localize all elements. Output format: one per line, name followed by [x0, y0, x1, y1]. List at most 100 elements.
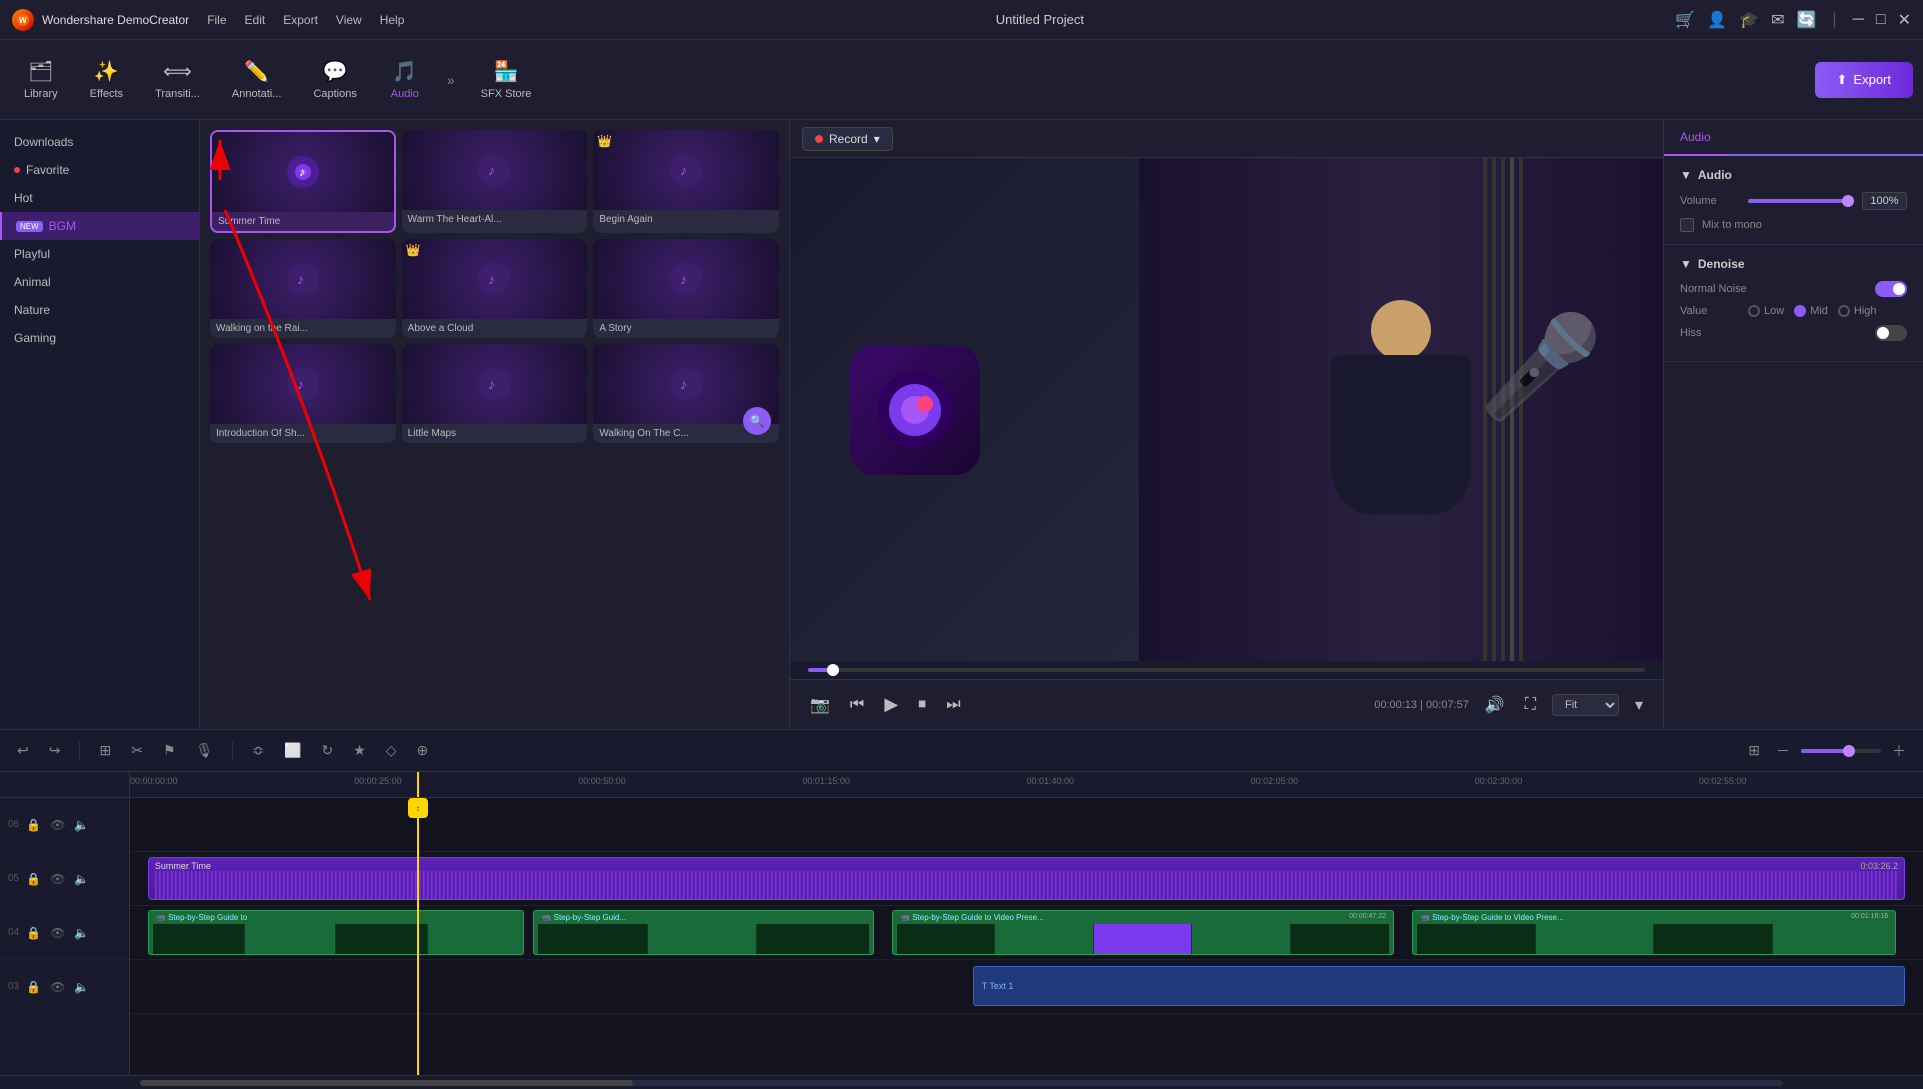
search-button[interactable]: 🔍	[743, 407, 771, 435]
track-lock-04[interactable]: 🔒	[24, 924, 43, 942]
menu-edit[interactable]: Edit	[245, 13, 266, 27]
sidebar-item-downloads[interactable]: Downloads	[0, 128, 199, 156]
denoise-section-header[interactable]: ▼ Denoise	[1680, 257, 1907, 271]
mic-btn[interactable]: 🎙	[191, 739, 219, 762]
h-scrollbar-thumb[interactable]	[140, 1080, 633, 1086]
effects-tl-btn[interactable]: ★	[348, 739, 371, 762]
sidebar-item-hot[interactable]: Hot	[0, 184, 199, 212]
play-btn[interactable]: ▶	[880, 690, 902, 719]
audio-card-little-maps[interactable]: ♪ Little Maps	[402, 344, 588, 443]
menu-file[interactable]: File	[207, 13, 226, 27]
user-icon[interactable]: 👤	[1707, 10, 1727, 30]
sidebar-item-playful[interactable]: Playful	[0, 240, 199, 268]
volume-btn[interactable]: 🔊	[1481, 691, 1509, 719]
toolbar-library[interactable]: 🗂 Library	[10, 53, 72, 106]
volume-slider[interactable]	[1748, 199, 1854, 203]
mail-icon[interactable]: ✉	[1771, 10, 1784, 30]
audio-section-header[interactable]: ▼ Audio	[1680, 168, 1907, 182]
h-scrollbar-track[interactable]	[140, 1080, 1783, 1086]
audio-card-introduction[interactable]: ♪ Introduction Of Sh...	[210, 344, 396, 443]
track-mute-03[interactable]: 🔈	[72, 978, 91, 996]
text-clip-1[interactable]: T Text 1	[973, 966, 1905, 1006]
track-eye-06[interactable]: 👁	[48, 816, 67, 834]
audio-card-walking-cloud[interactable]: ♪ Walking On The C... 🔍	[593, 344, 779, 443]
menu-export[interactable]: Export	[283, 13, 318, 27]
audio-card-begin-again[interactable]: ♪ 👑 Begin Again	[593, 130, 779, 233]
toolbar-effects[interactable]: ✨ Effects	[76, 53, 137, 106]
screenshot-btn[interactable]: 📷	[806, 691, 834, 719]
track-lock-03[interactable]: 🔒	[24, 978, 43, 996]
export-button[interactable]: ⬆ Export	[1815, 62, 1913, 98]
volume-thumb[interactable]	[1842, 195, 1854, 207]
speed-btn[interactable]: ≎	[247, 739, 269, 762]
track-eye-05[interactable]: 👁	[48, 870, 67, 888]
redo-btn[interactable]: ↪	[44, 739, 66, 762]
cart-icon[interactable]: 🛒	[1675, 10, 1695, 30]
sidebar-item-nature[interactable]: Nature	[0, 296, 199, 324]
radio-btn-high[interactable]	[1838, 305, 1850, 317]
audio-card-summer-time[interactable]: ♪ Summer Time	[210, 130, 396, 233]
video-clip-4[interactable]: 📹 Step-by-Step Guide to Video Prese... 0…	[1412, 910, 1896, 955]
zoom-slider[interactable]	[1801, 749, 1881, 753]
progress-thumb[interactable]	[827, 664, 839, 676]
radio-btn-mid[interactable]	[1794, 305, 1806, 317]
radio-high[interactable]: High	[1838, 305, 1877, 317]
fit-view-btn[interactable]: ⊞	[1743, 739, 1765, 762]
fit-dropdown[interactable]: Fit 25% 50% 75% 100%	[1552, 694, 1619, 716]
learn-icon[interactable]: 🎓	[1739, 10, 1759, 30]
skip-back-btn[interactable]: ⏮	[846, 692, 868, 718]
maximize-btn[interactable]: □	[1876, 11, 1886, 29]
stop-btn[interactable]: ⏹	[914, 692, 930, 718]
close-btn[interactable]: ✕	[1898, 10, 1911, 30]
zoom-in-btn[interactable]: ＋	[1887, 738, 1911, 764]
skip-fwd-btn[interactable]: ⏭	[942, 692, 964, 718]
audio-card-walking-rain[interactable]: ♪ Walking on the Rai...	[210, 239, 396, 338]
mix-mono-checkbox[interactable]	[1680, 218, 1694, 232]
toolbar-captions[interactable]: 💬 Captions	[299, 53, 370, 106]
toolbar-transitions[interactable]: ⟺ Transiti...	[141, 53, 214, 106]
cut-btn[interactable]: ✂	[126, 739, 148, 762]
record-button[interactable]: Record ▾	[802, 127, 893, 151]
marker-btn[interactable]: ⚑	[158, 739, 181, 762]
track-mute-06[interactable]: 🔈	[72, 816, 91, 834]
fit-expand-btn[interactable]: ▾	[1631, 691, 1647, 719]
audio-card-warm-heart[interactable]: ♪ Warm The Heart-Al...	[402, 130, 588, 233]
tab-audio[interactable]: Audio	[1664, 120, 1727, 156]
track-lock-06[interactable]: 🔒	[24, 816, 43, 834]
audio-card-a-story[interactable]: ♪ A Story	[593, 239, 779, 338]
radio-low[interactable]: Low	[1748, 305, 1784, 317]
audio-clip-summer[interactable]: Summer Time 0:03:26.2	[148, 857, 1905, 899]
sync-icon[interactable]: 🔄	[1797, 10, 1817, 30]
menu-help[interactable]: Help	[380, 13, 405, 27]
video-clip-1[interactable]: 📹 Step-by-Step Guide to	[148, 910, 525, 955]
crop-btn[interactable]: ⬜	[279, 739, 306, 762]
menu-view[interactable]: View	[336, 13, 362, 27]
toolbar-more[interactable]: »	[439, 66, 463, 94]
track-mute-04[interactable]: 🔈	[72, 924, 91, 942]
normal-noise-toggle[interactable]	[1875, 281, 1907, 297]
sidebar-item-gaming[interactable]: Gaming	[0, 324, 199, 352]
video-clip-3[interactable]: 📹 Step-by-Step Guide to Video Prese... 0…	[892, 910, 1394, 955]
zoom-thumb[interactable]	[1843, 745, 1855, 757]
sidebar-item-bgm[interactable]: NEW BGM	[0, 212, 199, 240]
rotate-btn[interactable]: ↻	[316, 739, 338, 762]
zoom-out-btn[interactable]: －	[1771, 738, 1795, 764]
toolbar-annotations[interactable]: ✏️ Annotati...	[218, 53, 296, 106]
progress-bar[interactable]	[808, 668, 1645, 672]
record-dropdown-icon[interactable]: ▾	[874, 132, 880, 146]
track-mute-05[interactable]: 🔈	[72, 870, 91, 888]
audio-card-above-cloud[interactable]: ♪ 👑 Above a Cloud	[402, 239, 588, 338]
sidebar-item-favorite[interactable]: Favorite	[0, 156, 199, 184]
undo-btn[interactable]: ↩	[12, 739, 34, 762]
radio-mid[interactable]: Mid	[1794, 305, 1828, 317]
sidebar-item-animal[interactable]: Animal	[0, 268, 199, 296]
track-eye-04[interactable]: 👁	[48, 924, 67, 942]
track-eye-03[interactable]: 👁	[48, 978, 67, 996]
radio-btn-low[interactable]	[1748, 305, 1760, 317]
toolbar-sfxstore[interactable]: 🏪 SFX Store	[467, 53, 546, 106]
hiss-toggle[interactable]	[1875, 325, 1907, 341]
group-btn[interactable]: ⊕	[412, 739, 434, 762]
minimize-btn[interactable]: ─	[1853, 11, 1864, 29]
track-lock-05[interactable]: 🔒	[24, 870, 43, 888]
video-clip-2[interactable]: 📹 Step-by-Step Guid...	[533, 910, 874, 955]
